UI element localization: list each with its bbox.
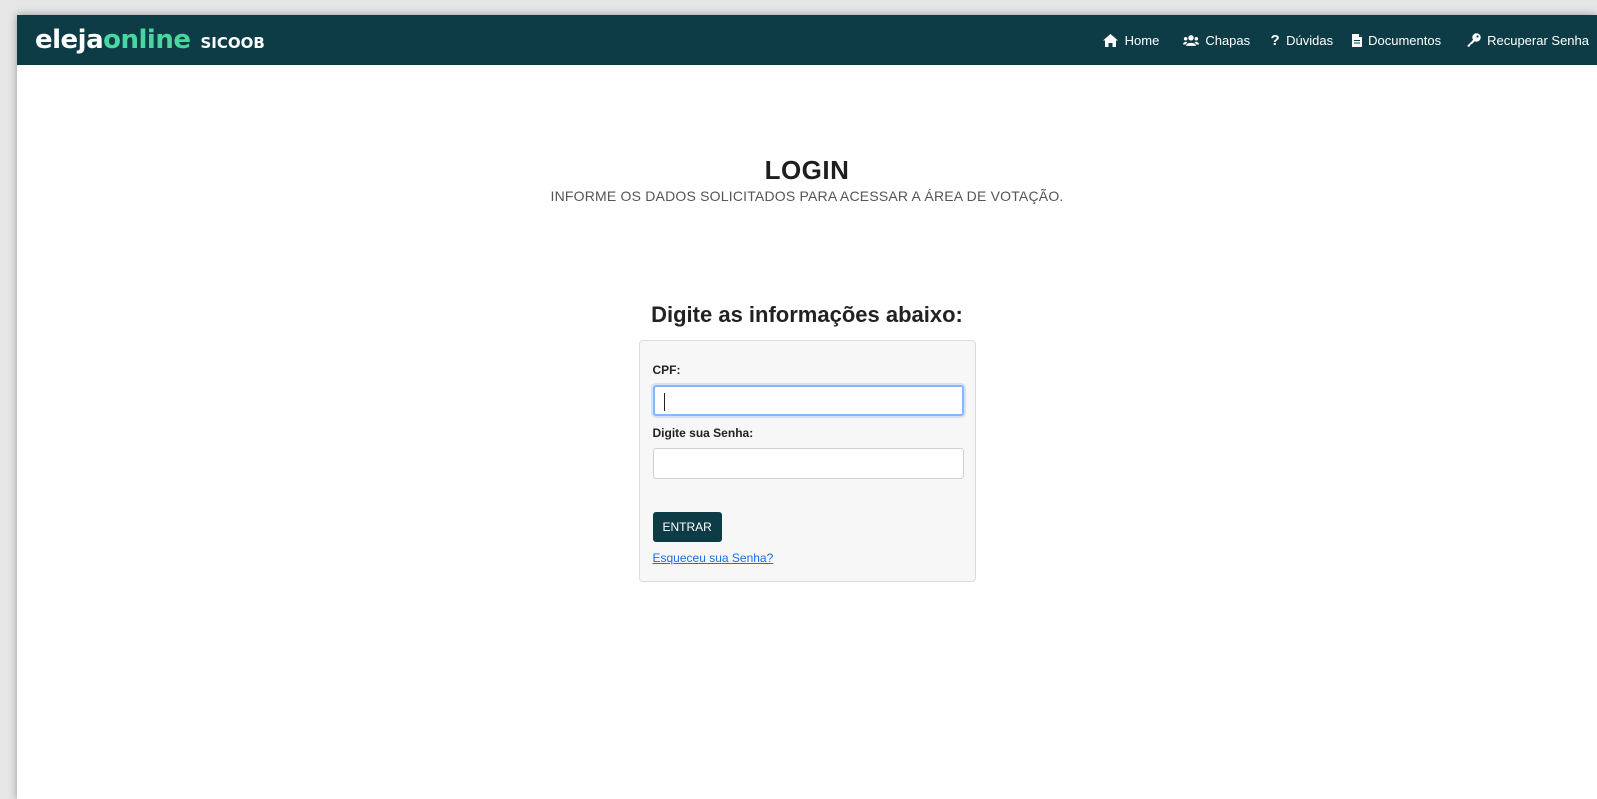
brand-org: SICOOB: [200, 34, 265, 52]
home-icon: [1103, 33, 1119, 47]
nav-item-home-label: Home: [1124, 32, 1160, 48]
document-icon: [1351, 33, 1362, 47]
nav-item-chapas-label: Chapas: [1205, 32, 1251, 48]
nav-item-recuperar-senha[interactable]: Recuperar Senha: [1465, 33, 1589, 48]
users-icon: [1183, 33, 1200, 47]
brand-name-part2: online: [103, 25, 191, 55]
nav-item-duvidas[interactable]: ? Dúvidas: [1270, 31, 1334, 49]
nav-item-documentos[interactable]: Documentos: [1351, 33, 1441, 48]
password-input[interactable]: [652, 448, 964, 479]
cpf-label: CPF:: [652, 363, 681, 377]
page-subtitle: INFORME OS DADOS SOLICITADOS PARA ACESSA…: [550, 188, 1064, 204]
key-icon: [1465, 33, 1481, 47]
main-content: LOGIN INFORME OS DADOS SOLICITADOS PARA …: [17, 155, 1597, 582]
brand-name: elejaonline: [35, 25, 191, 55]
form-heading: Digite as informações abaixo:: [651, 302, 963, 327]
brand-name-part1: eleja: [35, 25, 104, 55]
nav-item-recuperar-senha-label: Recuperar Senha: [1487, 32, 1589, 48]
nav-item-duvidas-label: Dúvidas: [1286, 32, 1334, 48]
question-icon: ?: [1270, 31, 1280, 49]
cpf-input[interactable]: [652, 385, 964, 416]
forgot-password-link[interactable]: Esqueceu sua Senha?: [653, 551, 962, 565]
login-form: CPF: Digite sua Senha: ENTRAR Esqueceu s…: [638, 340, 976, 582]
top-navbar: elejaonline SICOOB Home Chapas ? Dúvidas: [17, 15, 1597, 65]
text-caret: [663, 393, 665, 411]
nav-links: Home Chapas ? Dúvidas Documentos Recuper…: [1103, 15, 1597, 65]
nav-item-documentos-label: Documentos: [1368, 32, 1442, 48]
nav-item-chapas[interactable]: Chapas: [1183, 33, 1250, 48]
nav-item-home[interactable]: Home: [1103, 32, 1160, 48]
brand-logo[interactable]: elejaonline SICOOB: [35, 25, 265, 55]
password-label: Digite sua Senha:: [652, 426, 754, 440]
browser-page: elejaonline SICOOB Home Chapas ? Dúvidas: [17, 15, 1597, 799]
submit-button[interactable]: ENTRAR: [652, 512, 722, 542]
page-title: LOGIN: [764, 155, 850, 185]
